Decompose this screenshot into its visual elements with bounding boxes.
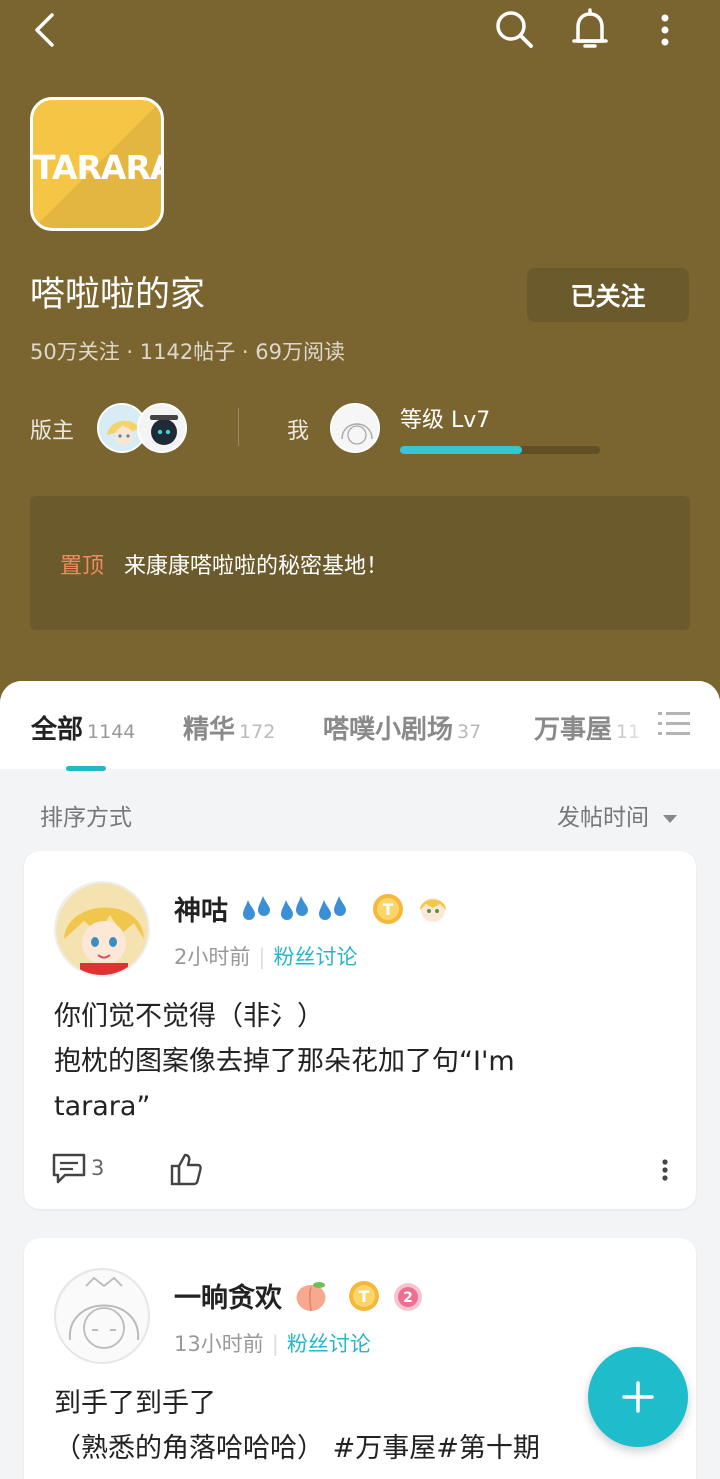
level-progress-bar xyxy=(400,446,600,454)
pinned-tag: 置顶 xyxy=(60,554,105,579)
search-icon[interactable] xyxy=(492,6,536,52)
logo-text: TARARA xyxy=(33,148,164,187)
author-name-text: 神咕 xyxy=(174,896,228,927)
forum-title: 嗒啦啦的家 xyxy=(30,275,206,315)
forum-stats: 50万关注 · 1142帖子 · 69万阅读 xyxy=(30,340,345,364)
forum-header: TARARA 嗒啦啦的家 已关注 50万关注 · 1142帖子 · 69万阅读 … xyxy=(0,0,720,720)
tab-label: 嗒噗小剧场 xyxy=(323,715,454,745)
follow-button[interactable]: 已关注 xyxy=(527,268,689,322)
forum-logo: TARARA xyxy=(30,97,164,231)
comment-count: 3 xyxy=(91,1156,105,1180)
post-category[interactable]: 粉丝讨论 xyxy=(273,945,357,969)
tab-count: 1144 xyxy=(87,721,136,743)
level-2-badge-icon: 2 xyxy=(394,1283,423,1311)
tab-featured[interactable]: 精华 172 xyxy=(183,709,275,746)
comment-button[interactable]: 3 xyxy=(51,1151,104,1185)
my-avatar[interactable] xyxy=(330,403,380,453)
post-body: 到手了到手了 （熟悉的角落哈哈哈） #万事屋#第十期 xyxy=(54,1381,664,1471)
gold-badge-icon: T xyxy=(372,894,403,924)
bell-icon[interactable] xyxy=(566,6,614,54)
sort-dropdown[interactable]: 发帖时间 xyxy=(557,798,678,832)
tab-label: 精华 xyxy=(183,715,236,745)
pinned-post[interactable]: 置顶 来康康嗒啦啦的秘密基地！ xyxy=(30,496,690,630)
tab-label: 全部 xyxy=(31,715,84,745)
create-post-button[interactable] xyxy=(588,1347,688,1447)
post-body: 你们觉不觉得（非氵） 抱枕的图案像去掉了那朵花加了句“I'm tarara” xyxy=(54,994,664,1129)
level-progress-fill xyxy=(400,446,522,454)
comment-icon xyxy=(52,1153,86,1184)
gold-badge-icon: T xyxy=(348,1281,379,1311)
tab-bar: 全部1144 精华172 嗒噗小剧场37 万事屋11 xyxy=(0,681,720,771)
me-label: 我 xyxy=(287,419,310,444)
post-meta: 2小时前 | 粉丝讨论 xyxy=(174,945,358,969)
post-author-avatar[interactable] xyxy=(54,881,150,977)
post-author-name[interactable]: 神咕 T xyxy=(174,889,450,928)
moderator-avatar-2[interactable] xyxy=(137,403,187,453)
post-card[interactable]: 神咕 T 2小时前 | 粉丝讨论 你们觉不觉得（非氵） 抱枕的图案像去掉了那朵花加了… xyxy=(24,851,696,1209)
water-drops-icon xyxy=(243,896,347,920)
author-name-text: 一晌贪欢 xyxy=(174,1283,282,1314)
header-divider xyxy=(238,408,239,446)
back-icon[interactable] xyxy=(24,8,64,52)
post-time: 2小时前 xyxy=(174,945,251,969)
post-card[interactable]: 一晌贪欢 T 2 13小时前 | 粉丝讨论 到手了到手了 （熟悉的角落哈哈哈） #万… xyxy=(24,1238,696,1479)
level-text: 等级 Lv7 xyxy=(400,408,491,433)
active-tab-indicator xyxy=(66,766,106,771)
post-more-icon[interactable] xyxy=(652,1155,678,1185)
post-line: 到手了到手了 xyxy=(54,1388,216,1419)
tab-list-icon[interactable] xyxy=(656,707,692,741)
peach-icon xyxy=(296,1282,326,1312)
tab-theater[interactable]: 嗒噗小剧场 37 xyxy=(323,709,481,746)
post-line: 抱枕的图案像去掉了那朵花加了句“I'm xyxy=(54,1046,515,1077)
tab-count: 37 xyxy=(457,721,482,743)
svg-text:2: 2 xyxy=(403,1290,413,1306)
svg-text:T: T xyxy=(382,900,393,919)
tab-count: 172 xyxy=(239,721,276,743)
post-line: （熟悉的角落哈哈哈） #万事屋#第十期 xyxy=(54,1433,540,1464)
chevron-down-icon xyxy=(663,814,678,823)
post-category[interactable]: 粉丝讨论 xyxy=(287,1332,371,1356)
post-line: 你们觉不觉得（非氵） xyxy=(54,1001,324,1032)
sort-value: 发帖时间 xyxy=(557,805,649,831)
post-author-name[interactable]: 一晌贪欢 T 2 xyxy=(174,1276,424,1315)
pinned-text: 来康康嗒啦啦的秘密基地！ xyxy=(124,554,389,579)
plus-icon xyxy=(622,1381,654,1413)
sort-label: 排序方式 xyxy=(40,805,132,831)
tab-label: 万事屋 xyxy=(534,715,613,745)
more-icon[interactable] xyxy=(650,8,680,52)
tab-all[interactable]: 全部 1144 xyxy=(31,709,135,746)
moderator-label: 版主 xyxy=(30,419,75,444)
post-meta: 13小时前 | 粉丝讨论 xyxy=(174,1332,371,1356)
post-line: tarara” xyxy=(54,1091,151,1122)
svg-text:T: T xyxy=(358,1287,369,1306)
post-time: 13小时前 xyxy=(174,1332,264,1356)
character-badge-icon xyxy=(420,898,447,922)
post-author-avatar[interactable] xyxy=(54,1268,150,1364)
like-icon[interactable] xyxy=(168,1151,204,1187)
